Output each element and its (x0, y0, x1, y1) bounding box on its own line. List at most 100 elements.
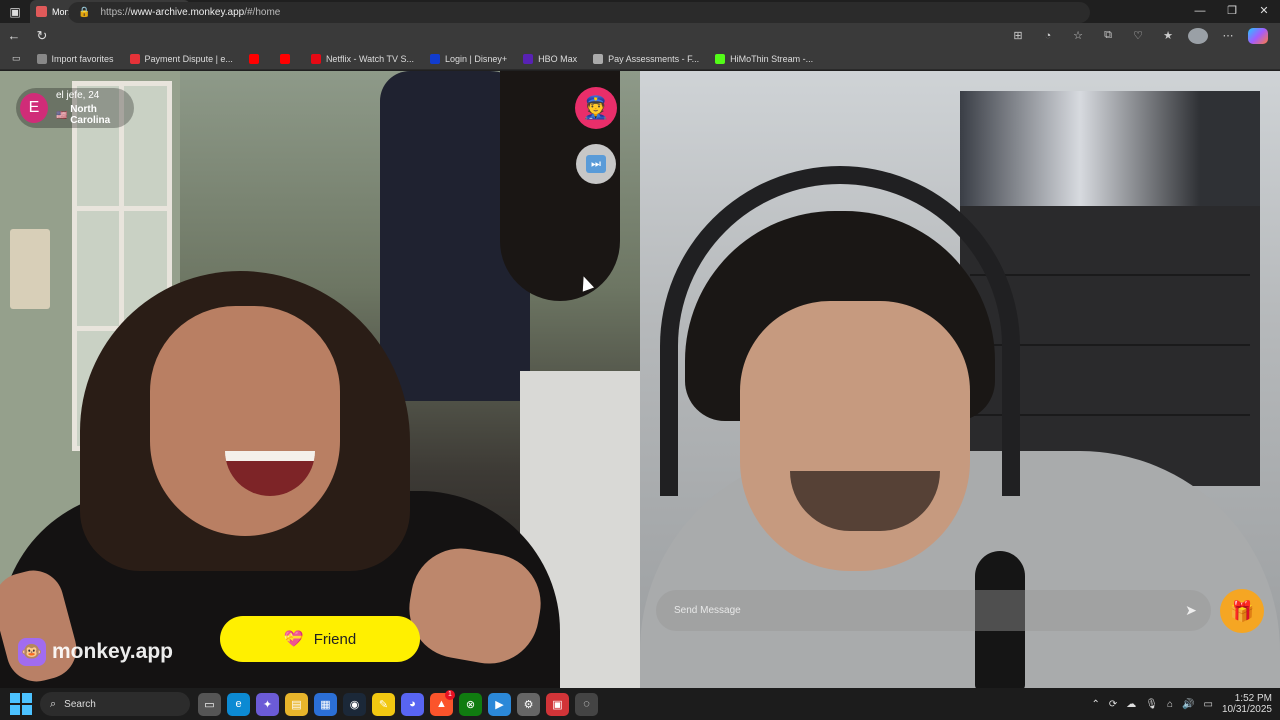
edge-icon[interactable]: e (227, 692, 250, 716)
app-glyph: ◉ (349, 698, 360, 711)
user-info: el jefe, 24 🇺🇸 North Carolina (56, 90, 134, 126)
favorites-icon[interactable]: ★ (1158, 29, 1178, 42)
search-label: Search (64, 698, 96, 710)
report-button[interactable]: 👮 (575, 87, 617, 129)
chevron-up-icon[interactable]: ⌃ (1092, 699, 1100, 710)
app-glyph: ◕ (409, 698, 416, 710)
app-glyph: ▦ (320, 698, 331, 711)
reading-icon[interactable]: ◔ (1038, 30, 1058, 42)
favorite-favicon-icon (523, 53, 534, 64)
user-location: 🇺🇸 North Carolina (56, 104, 134, 126)
police-officer-icon: 👮 (582, 95, 610, 120)
capture-icon[interactable]: ▣ (546, 692, 569, 716)
favorite-link[interactable]: HiMoThin Stream -... (709, 53, 819, 64)
app-glyph: ▤ (291, 698, 302, 711)
network-icon[interactable]: ⌂ (1167, 699, 1173, 710)
tab-favicon-icon (36, 6, 47, 17)
refresh-icon[interactable]: ↻ (28, 28, 56, 44)
favorite-label: HiMoThin Stream -... (730, 53, 814, 64)
volume-icon[interactable]: 🔊 (1182, 699, 1194, 710)
favorite-link[interactable]: HBO Max (517, 53, 583, 64)
notification-badge: 1 (445, 689, 455, 700)
favorite-link[interactable] (274, 53, 301, 64)
lock-icon: 🔒 (78, 7, 91, 18)
maximize-icon[interactable]: ❐ (1216, 0, 1248, 23)
minimize-icon[interactable]: — (1184, 0, 1216, 23)
friend-label: Friend (313, 630, 357, 648)
favorite-favicon-icon (248, 53, 259, 64)
media-icon[interactable]: ▶ (488, 692, 511, 716)
avatar: E (20, 93, 48, 123)
extensions-icon[interactable]: ⧉ (1098, 29, 1118, 42)
user-name: el jefe, 24 (55, 90, 100, 101)
profile-avatar[interactable] (1188, 27, 1208, 44)
favorite-label: HBO Max (538, 53, 578, 64)
search-icon: ⌕ (50, 697, 57, 710)
steam-icon[interactable]: ◉ (343, 692, 366, 716)
recorder-icon[interactable]: ◌ (575, 692, 598, 716)
app-glyph: ▣ (552, 698, 563, 711)
toolbar-actions: ⊞ ◔ ☆ ⧉ ♡ ★ ⋯ (1008, 23, 1268, 48)
favorite-link[interactable]: Login | Disney+ (424, 53, 513, 64)
brave-icon[interactable]: ▲ 1 (430, 689, 455, 716)
app-glyph: ▲ (436, 698, 447, 710)
cloud-icon[interactable]: ☁ (1126, 699, 1136, 710)
store-icon[interactable]: ▦ (314, 692, 337, 716)
close-window-icon[interactable]: ✕ (1248, 0, 1280, 23)
app-glyph: ▶ (495, 698, 504, 711)
task-view-icon[interactable]: ▭ (198, 692, 221, 716)
monkey-icon: 🐵 (18, 638, 46, 666)
windows-start-icon[interactable] (10, 693, 32, 715)
favorite-link[interactable]: Import favorites (31, 53, 120, 64)
url-field[interactable]: 🔒 https://www-archive.monkey.app/#/home (68, 2, 1090, 23)
favorite-link[interactable]: Pay Assessments - F... (587, 53, 705, 64)
favorite-star-icon[interactable]: ☆ (1068, 29, 1088, 42)
battery-icon[interactable]: ▭ (1203, 699, 1212, 710)
url-host: www-archive.monkey.app (130, 7, 245, 18)
message-input[interactable] (674, 605, 1171, 616)
favorites-toggle-icon[interactable]: ▭ (6, 53, 27, 64)
explorer-icon[interactable]: ▤ (285, 692, 308, 716)
xbox-icon[interactable]: ⊗ (459, 692, 482, 716)
gift-button[interactable]: 🎁 (1220, 589, 1264, 633)
back-icon[interactable]: ← (0, 28, 28, 43)
sync-icon[interactable]: ⟳ (1109, 699, 1117, 710)
us-flag-icon: 🇺🇸 (55, 109, 68, 120)
url-prefix: https:// (100, 7, 131, 18)
favorite-link[interactable]: Payment Dispute | e... (124, 53, 239, 64)
app-glyph: ✎ (378, 698, 389, 711)
scene-drawer (970, 216, 1250, 276)
taskbar-search[interactable]: ⌕ Search (40, 692, 190, 716)
app-glyph: ⊗ (465, 698, 476, 711)
app-glyph: ⚙ (523, 698, 534, 711)
next-track-icon: ⏭ (586, 155, 606, 173)
favorite-label: Payment Dispute | e... (144, 53, 233, 64)
heart-icon: 💝 (283, 631, 304, 648)
url-path: /#/home (244, 7, 281, 18)
settings-icon[interactable]: ⚙ (517, 692, 540, 716)
more-icon[interactable]: ⋯ (1218, 29, 1238, 42)
favorite-link[interactable] (243, 53, 270, 64)
clock[interactable]: 1:52 PM 10/31/2025 (1222, 693, 1272, 715)
favorite-link[interactable]: Netflix - Watch TV S... (305, 53, 420, 64)
copilot-icon[interactable]: ✦ (256, 692, 279, 716)
user-badge[interactable]: E el jefe, 24 🇺🇸 North Carolina (16, 88, 134, 128)
notes-icon[interactable]: ✎ (372, 692, 395, 716)
performance-icon[interactable]: ♡ (1128, 29, 1148, 42)
copilot-icon[interactable] (1248, 27, 1268, 44)
message-bar: ➤ (656, 590, 1211, 631)
microphone-icon[interactable]: 🎙 (1145, 699, 1158, 710)
favorite-label: Login | Disney+ (444, 53, 508, 64)
app-glyph: ◌ (583, 698, 590, 710)
taskbar: ⌕ Search ▭ e ✦ ▤ ▦ ◉ ✎ ◕ ▲ 1 ⊗ ▶ ⚙ ▣ ◌ ⌃ ⟳ ☁ 🎙 ⌂ 🔊 ▭ 1… (0, 688, 1280, 720)
clock-date: 10/31/2025 (1221, 704, 1272, 715)
send-icon[interactable]: ➤ (1171, 602, 1211, 619)
app-available-icon[interactable]: ⊞ (1008, 29, 1028, 42)
favorite-favicon-icon (36, 53, 47, 64)
tab-actions-icon[interactable]: ▣ (0, 0, 30, 23)
discord-icon[interactable]: ◕ (401, 692, 424, 716)
friend-button[interactable]: 💝 Friend (220, 616, 420, 662)
app-glyph: e (235, 698, 242, 710)
skip-button[interactable]: ⏭ (576, 144, 616, 184)
scene-person-face (150, 306, 340, 536)
